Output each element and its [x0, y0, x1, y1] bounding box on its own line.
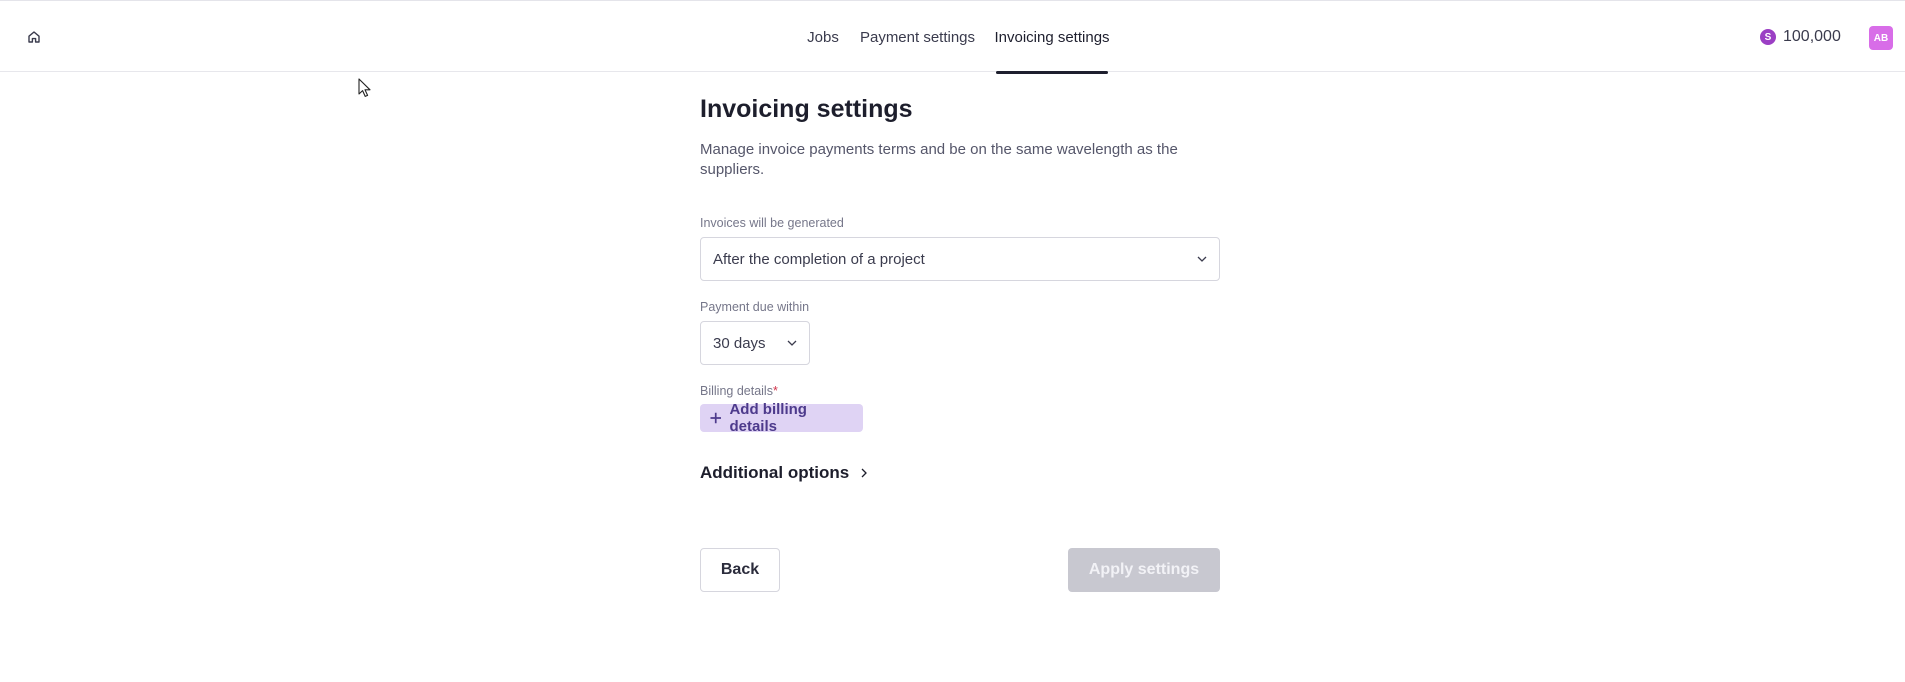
add-billing-details-button[interactable]: Add billing details — [700, 401, 863, 435]
apply-settings-button[interactable]: Apply settings — [1068, 548, 1220, 592]
invoices-generated-value: After the completion of a project — [713, 250, 925, 268]
top-navigation-bar: Jobs Payment settings Invoicing settings… — [0, 0, 1905, 74]
mouse-cursor-icon — [358, 78, 371, 97]
billing-details-label: Billing details* — [700, 383, 863, 399]
page-subtitle: Manage invoice payments terms and be on … — [700, 141, 1178, 178]
chevron-down-icon — [787, 340, 797, 346]
payment-due-label: Payment due within — [700, 300, 810, 314]
chevron-right-icon — [861, 468, 868, 478]
invoices-generated-label: Invoices will be generated — [700, 216, 844, 230]
payment-due-field: Payment due within 30 days — [700, 299, 810, 365]
page-title: Invoicing settings — [700, 95, 913, 123]
chevron-down-icon — [1197, 256, 1207, 262]
tab-payment-settings[interactable]: Payment settings — [860, 1, 975, 73]
balance-amount: 100,000 — [1783, 28, 1841, 45]
invoices-generated-field: Invoices will be generated After the com… — [700, 215, 1220, 281]
additional-options-label: Additional options — [700, 463, 850, 482]
invoices-generated-select[interactable]: After the completion of a project — [700, 237, 1220, 281]
balance-display: S 100,000 — [1760, 25, 1841, 49]
tab-jobs[interactable]: Jobs — [800, 1, 846, 73]
billing-details-label-text: Billing details — [700, 384, 773, 398]
back-button[interactable]: Back — [700, 548, 780, 592]
payment-due-value: 30 days — [713, 334, 766, 352]
tab-invoicing-settings[interactable]: Invoicing settings — [994, 1, 1110, 74]
invoicing-settings-form: Invoicing settings Manage invoice paymen… — [700, 92, 1220, 592]
user-avatar[interactable]: AB — [1869, 26, 1893, 50]
required-mark: * — [772, 384, 778, 398]
coin-icon: S — [1760, 29, 1776, 45]
main-tabs: Jobs Payment settings Invoicing settings — [0, 1, 1905, 74]
plus-icon — [710, 412, 721, 424]
add-billing-details-label: Add billing details — [729, 401, 807, 435]
additional-options-toggle[interactable]: Additional options — [700, 463, 868, 483]
billing-details-field: Billing details* Add billing details — [700, 383, 863, 435]
payment-due-select[interactable]: 30 days — [700, 321, 810, 365]
